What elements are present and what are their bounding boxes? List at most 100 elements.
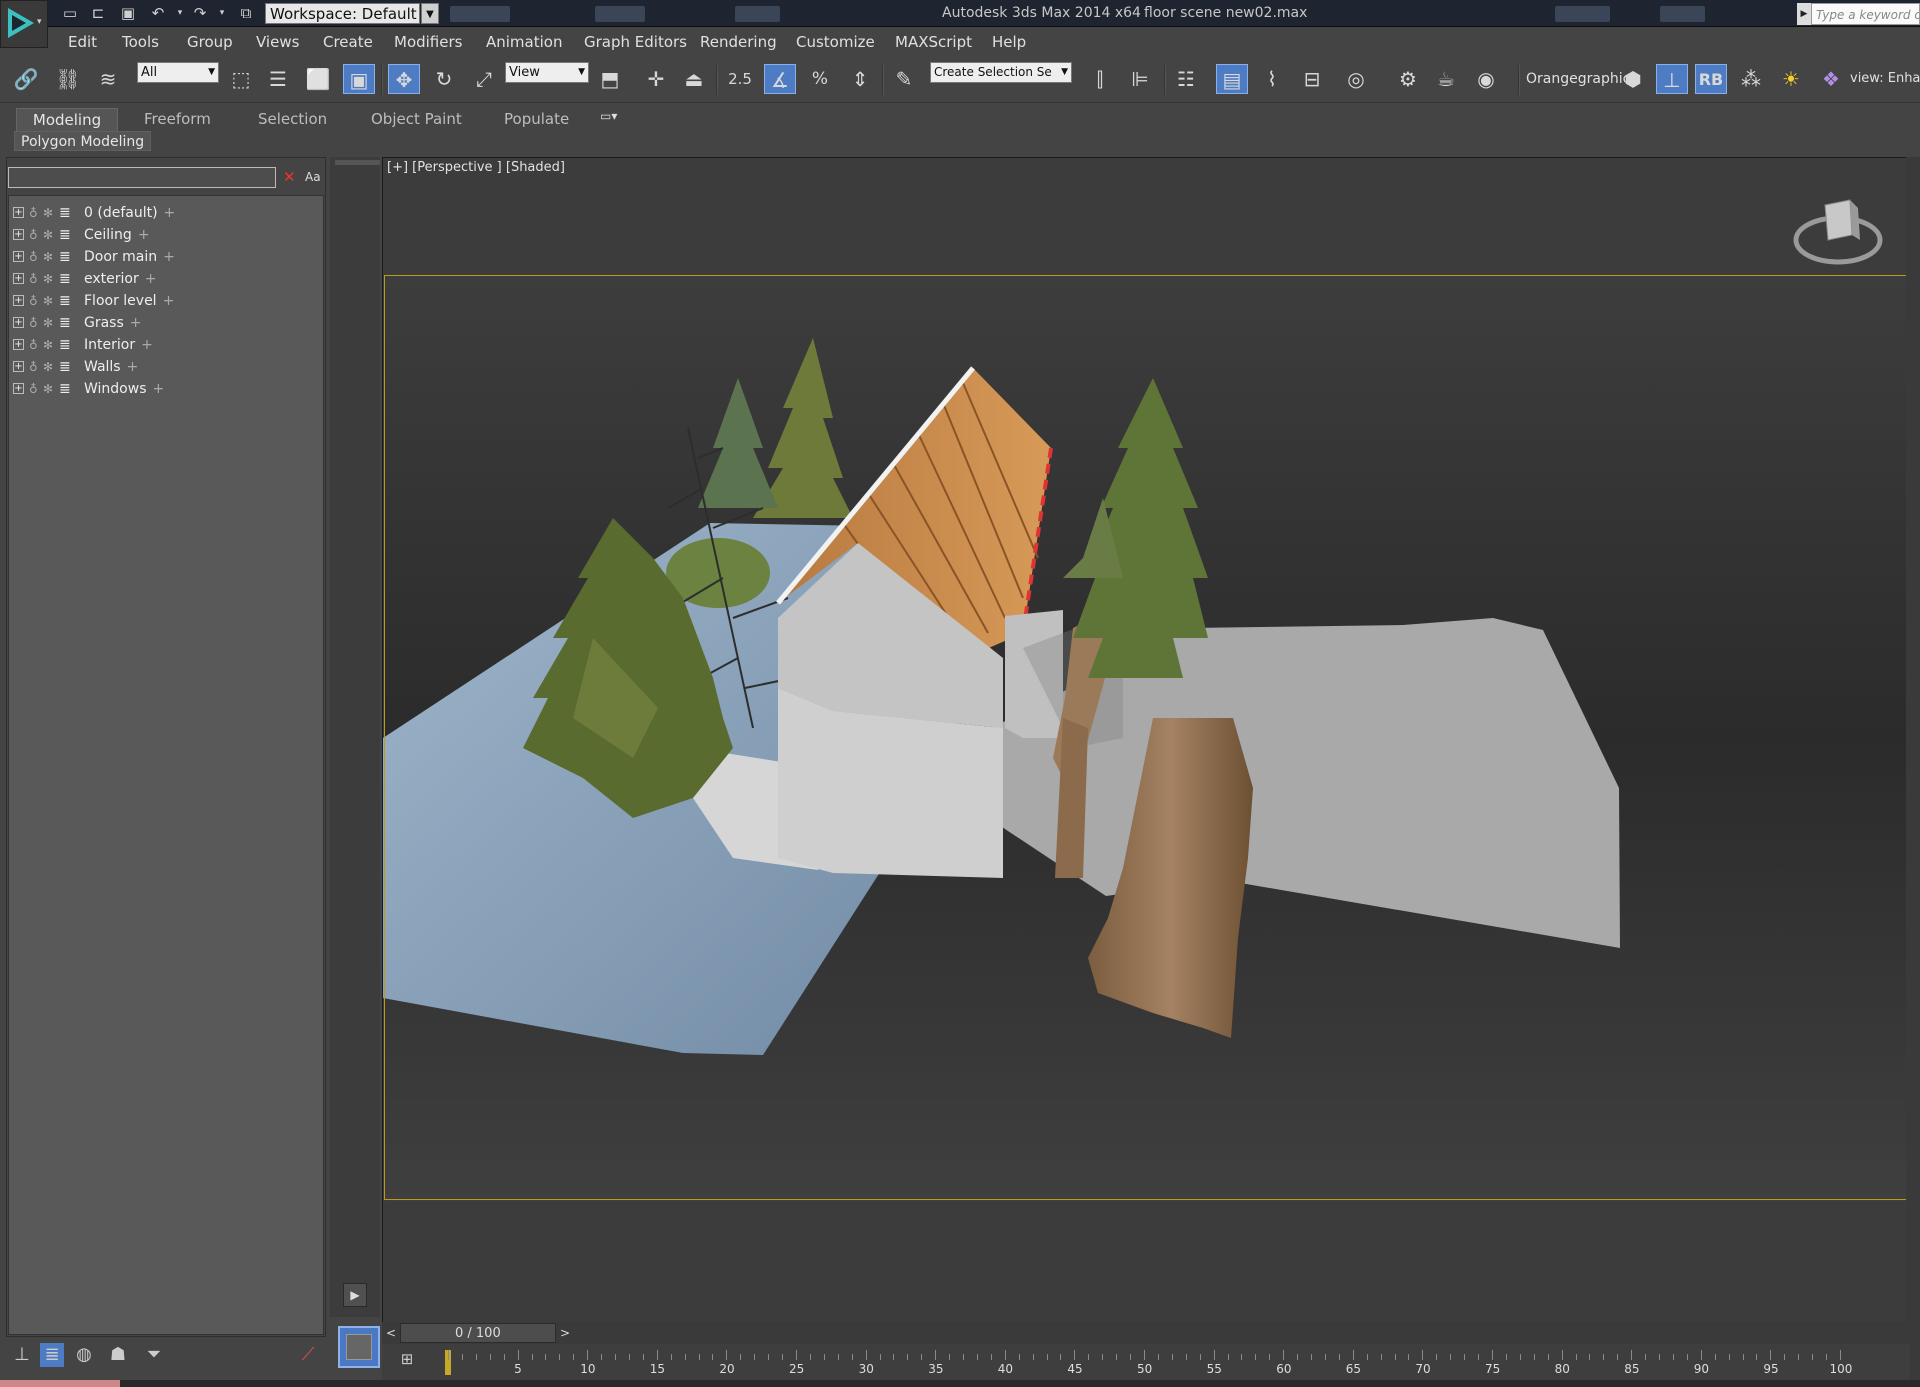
add-to-layer-icon[interactable]: +: [138, 227, 150, 243]
render-production-icon[interactable]: ◉: [1470, 64, 1502, 94]
rb-button[interactable]: RB: [1695, 64, 1727, 94]
percent-snap-icon[interactable]: %: [804, 64, 836, 94]
box-icon[interactable]: ⬢: [1617, 64, 1649, 94]
polygon-modeling-panel[interactable]: Polygon Modeling: [14, 131, 152, 151]
expand-icon[interactable]: +: [13, 207, 24, 218]
save-icon[interactable]: ▣: [118, 4, 138, 22]
current-frame-marker[interactable]: [445, 1350, 451, 1375]
layer-row[interactable]: + ♁ ✻ ≣ Windows +: [13, 379, 313, 399]
match-case-toggle[interactable]: Aa: [305, 170, 321, 184]
angle-snap-icon[interactable]: ∡: [764, 64, 796, 94]
reference-coordinate-select[interactable]: View ▼: [505, 62, 589, 83]
align-icon[interactable]: ⊫: [1124, 64, 1156, 94]
search-input[interactable]: Type a keyword or: [1811, 3, 1920, 25]
pick-tool-icon[interactable]: ⟋: [296, 1343, 320, 1367]
freeze-icon[interactable]: ✻: [43, 291, 53, 311]
grid-icon[interactable]: ❖: [1815, 64, 1847, 94]
render-setup-icon[interactable]: ⚙: [1392, 64, 1424, 94]
viewcube[interactable]: [1790, 190, 1890, 280]
freeze-icon[interactable]: ✻: [43, 269, 53, 289]
visibility-icon[interactable]: ♁: [29, 203, 38, 223]
layer-row[interactable]: + ♁ ✻ ≣ 0 (default) +: [13, 203, 313, 223]
workspace-select[interactable]: Workspace: Default: [265, 3, 420, 24]
bind-to-space-warp-icon[interactable]: ≋: [92, 64, 124, 94]
freeze-icon[interactable]: ✻: [43, 335, 53, 355]
selection-filter-select[interactable]: All ▼: [137, 62, 219, 83]
add-to-layer-icon[interactable]: +: [141, 337, 153, 353]
menu-create[interactable]: Create: [323, 33, 373, 51]
snaps-toggle-icon[interactable]: 2.5: [724, 64, 756, 94]
visibility-icon[interactable]: ♁: [29, 225, 38, 245]
expand-icon[interactable]: +: [13, 383, 24, 394]
pivot-center-icon[interactable]: ⬒: [594, 64, 626, 94]
add-to-layer-icon[interactable]: +: [164, 205, 176, 221]
layer-search-input[interactable]: [8, 167, 276, 188]
workspace-dropdown-icon[interactable]: ▼: [421, 3, 439, 24]
unlink-icon[interactable]: ⛓: [52, 64, 84, 94]
search-expand-icon[interactable]: ▶: [1797, 3, 1811, 25]
visibility-icon[interactable]: ♁: [29, 291, 38, 311]
expand-icon[interactable]: +: [13, 317, 24, 328]
add-to-layer-icon[interactable]: +: [163, 249, 175, 265]
visibility-icon[interactable]: ♁: [29, 379, 38, 399]
freeze-icon[interactable]: ✻: [43, 203, 53, 223]
add-to-layer-icon[interactable]: +: [130, 315, 142, 331]
gutter-handle[interactable]: [335, 160, 380, 165]
application-button[interactable]: ▾: [0, 0, 48, 48]
redo-icon[interactable]: ↷: [190, 4, 210, 22]
visibility-icon[interactable]: ♁: [29, 247, 38, 267]
menu-animation[interactable]: Animation: [486, 33, 562, 51]
tab-modeling[interactable]: Modeling: [16, 108, 118, 131]
menu-rendering[interactable]: Rendering: [700, 33, 777, 51]
expand-icon[interactable]: +: [13, 295, 24, 306]
layer-row[interactable]: + ♁ ✻ ≣ Grass +: [13, 313, 313, 333]
expand-panel-icon[interactable]: ▶: [343, 1283, 367, 1307]
visibility-icon[interactable]: ♁: [29, 335, 38, 355]
layer-row[interactable]: + ♁ ✻ ≣ Walls +: [13, 357, 313, 377]
layer-explorer-icon[interactable]: ▤: [1216, 64, 1248, 94]
undo-dropdown-icon[interactable]: ▾: [170, 4, 190, 22]
viewport-label[interactable]: [+] [Perspective ] [Shaded]: [387, 160, 565, 175]
menu-views[interactable]: Views: [256, 33, 299, 51]
sun-light-icon[interactable]: ☀: [1775, 64, 1807, 94]
layers-view-icon[interactable]: ≣: [40, 1343, 64, 1367]
tab-freeform[interactable]: Freeform: [136, 108, 219, 131]
track-bar[interactable]: [382, 1344, 1910, 1382]
tab-selection[interactable]: Selection: [250, 108, 335, 131]
schematic-view-icon[interactable]: ⊟: [1296, 64, 1328, 94]
select-and-scale-icon[interactable]: ⤢: [468, 64, 500, 94]
select-and-move-icon[interactable]: ✥: [388, 64, 420, 94]
expand-icon[interactable]: +: [13, 361, 24, 372]
freeze-icon[interactable]: ✻: [43, 225, 53, 245]
undo-icon[interactable]: ↶: [148, 4, 168, 22]
time-configuration-icon[interactable]: [338, 1326, 380, 1368]
previous-frame-icon[interactable]: <: [383, 1324, 399, 1342]
layer-row[interactable]: + ♁ ✻ ≣ Ceiling +: [13, 225, 313, 245]
next-frame-icon[interactable]: >: [557, 1324, 573, 1342]
menu-graph-editors[interactable]: Graph Editors: [584, 33, 687, 51]
menu-group[interactable]: Group: [187, 33, 233, 51]
material-view-icon[interactable]: ◍: [72, 1343, 96, 1367]
hierarchy-icon[interactable]: ⊥: [1656, 64, 1688, 94]
select-and-rotate-icon[interactable]: ↻: [428, 64, 460, 94]
edit-named-selection-icon[interactable]: ✎: [888, 64, 920, 94]
display-filter-icon[interactable]: ☗: [106, 1343, 130, 1367]
menu-help[interactable]: Help: [992, 33, 1026, 51]
selection-region-icon[interactable]: ⬜: [302, 64, 334, 94]
add-to-layer-icon[interactable]: +: [153, 381, 165, 397]
freeze-icon[interactable]: ✻: [43, 379, 53, 399]
select-object-icon[interactable]: ⬚: [225, 64, 257, 94]
filter-keys-icon[interactable]: ⊞: [396, 1350, 418, 1370]
render-frame-window-icon[interactable]: ☕: [1430, 64, 1462, 94]
visibility-icon[interactable]: ♁: [29, 313, 38, 333]
new-icon[interactable]: ▭: [60, 4, 80, 22]
expand-icon[interactable]: +: [13, 273, 24, 284]
layer-row[interactable]: + ♁ ✻ ≣ Floor level +: [13, 291, 313, 311]
layer-row[interactable]: + ♁ ✻ ≣ Door main +: [13, 247, 313, 267]
expand-icon[interactable]: +: [13, 339, 24, 350]
menu-tools[interactable]: Tools: [122, 33, 159, 51]
select-and-link-icon[interactable]: 🔗: [10, 64, 42, 94]
project-folder-icon[interactable]: ⧉: [236, 4, 256, 22]
redo-dropdown-icon[interactable]: ▾: [212, 4, 232, 22]
clear-search-icon[interactable]: ✕: [283, 168, 296, 186]
